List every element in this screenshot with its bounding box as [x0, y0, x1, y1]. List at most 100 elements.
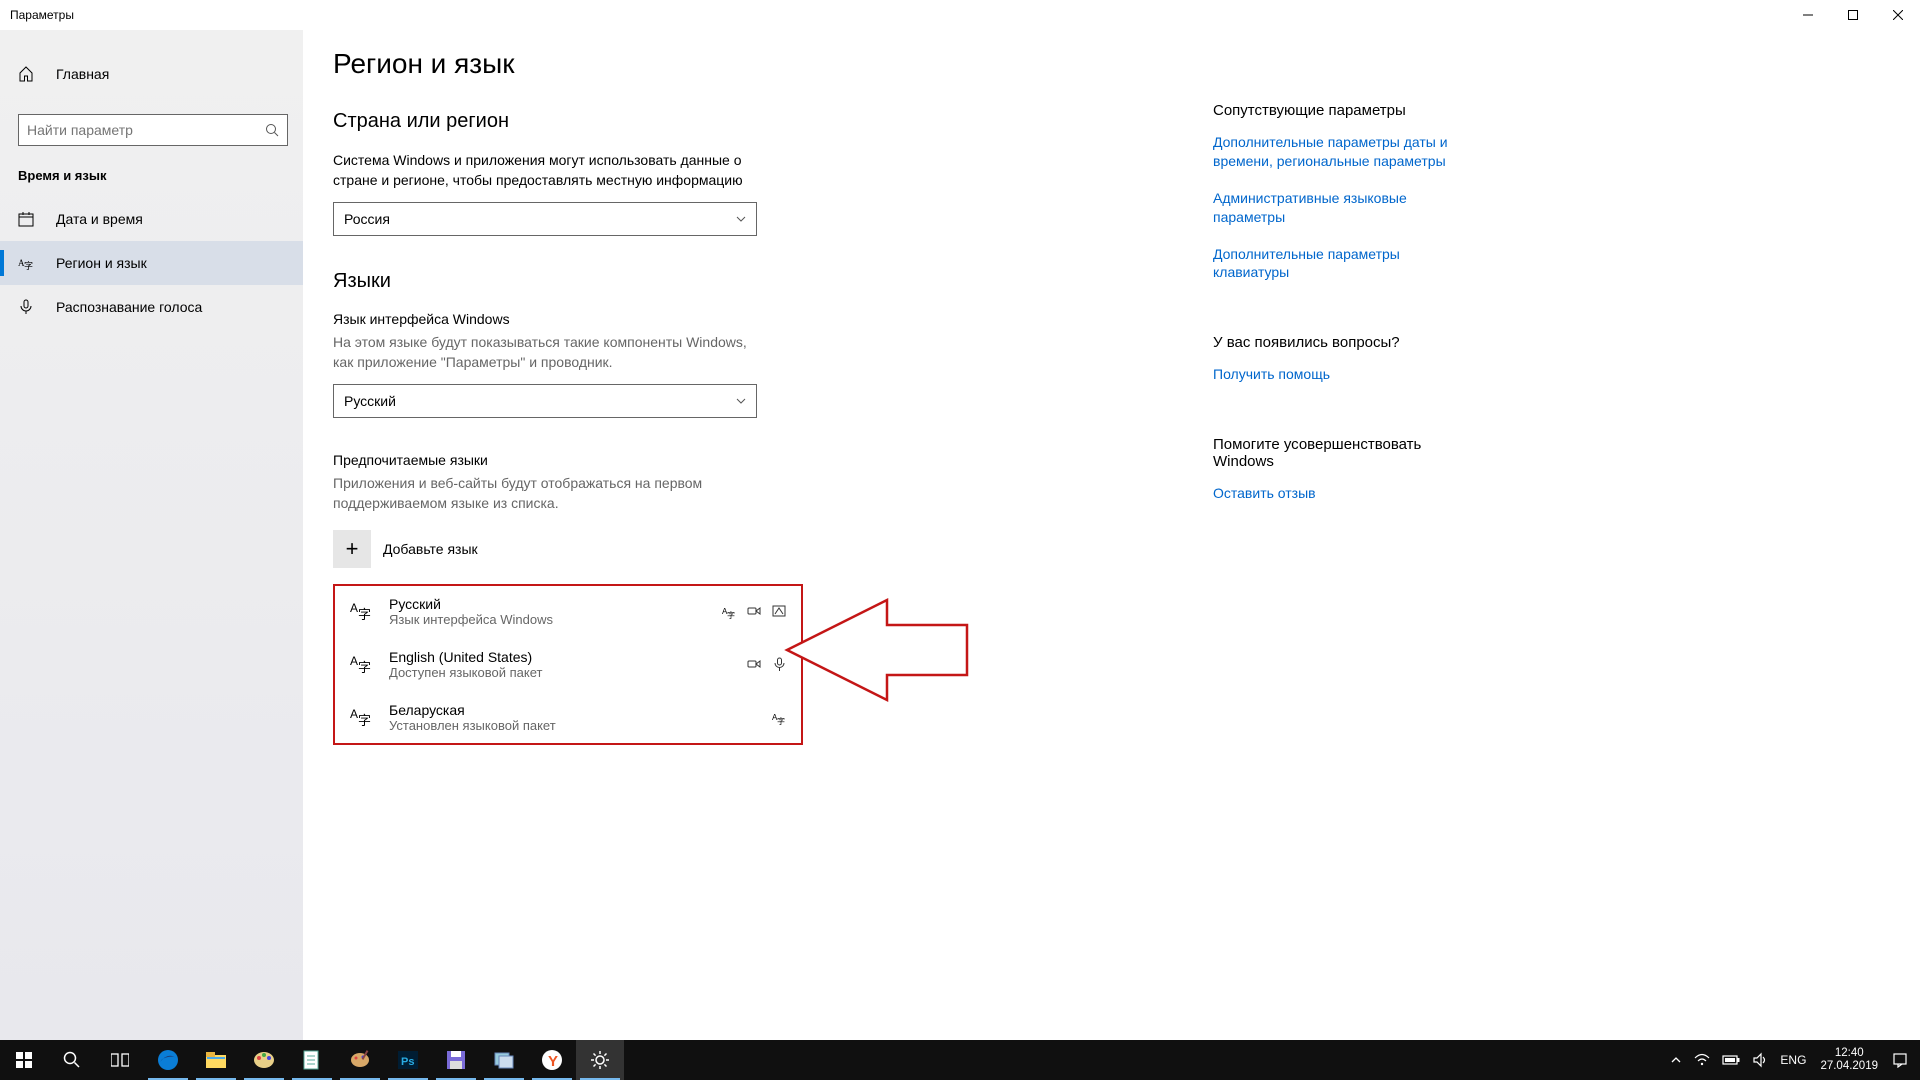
photoshop-app[interactable]: Ps: [384, 1040, 432, 1080]
sidebar: Главная Время и язык Дата и время A字 Рег…: [0, 30, 303, 1040]
display-lang-value: Русский: [344, 393, 396, 409]
tts-icon: [747, 604, 762, 619]
sidebar-item-label: Регион и язык: [56, 255, 147, 271]
feedback-link[interactable]: Оставить отзыв: [1213, 484, 1453, 503]
language-item[interactable]: A字 English (United States) Доступен язык…: [349, 649, 787, 680]
window-controls: [1785, 0, 1920, 30]
battery-icon[interactable]: [1716, 1040, 1746, 1080]
window-title: Параметры: [0, 8, 74, 22]
tts-icon: [747, 657, 762, 672]
page-title: Регион и язык: [333, 48, 1193, 80]
sidebar-item-label: Распознавание голоса: [56, 299, 202, 315]
notepad-app[interactable]: [288, 1040, 336, 1080]
images-app[interactable]: [480, 1040, 528, 1080]
section-lang-heading: Языки: [333, 270, 1193, 293]
lang-sub: Установлен языковой пакет: [389, 718, 758, 733]
action-center-icon[interactable]: [1886, 1040, 1914, 1080]
edge-app[interactable]: [144, 1040, 192, 1080]
annotation-arrow: [782, 580, 982, 730]
volume-icon[interactable]: [1746, 1040, 1774, 1080]
paint3d-app[interactable]: [336, 1040, 384, 1080]
display-lang-icon: A字: [722, 604, 737, 619]
section-region-desc: Система Windows и приложения могут испол…: [333, 151, 763, 190]
sidebar-home[interactable]: Главная: [0, 52, 303, 96]
display-lang-desc: На этом языке будут показываться такие к…: [333, 333, 763, 372]
language-glyph-icon: A字: [349, 703, 375, 732]
svg-text:A: A: [350, 654, 358, 668]
sidebar-item-speech[interactable]: Распознавание голоса: [0, 285, 303, 329]
svg-text:A: A: [350, 707, 358, 721]
explorer-app[interactable]: [192, 1040, 240, 1080]
lang-sub: Доступен языковой пакет: [389, 665, 733, 680]
close-button[interactable]: [1875, 0, 1920, 30]
yandex-app[interactable]: Y: [528, 1040, 576, 1080]
lang-name: Русский: [389, 596, 708, 612]
sidebar-item-region-language[interactable]: A字 Регион и язык: [0, 241, 303, 285]
search-input[interactable]: [18, 114, 288, 146]
titlebar: Параметры: [0, 0, 1920, 30]
sidebar-item-label: Дата и время: [56, 211, 143, 227]
search-icon: [265, 123, 279, 137]
microphone-icon: [18, 299, 34, 315]
related-link[interactable]: Дополнительные параметры даты и времени,…: [1213, 133, 1453, 171]
display-lang-dropdown[interactable]: Русский: [333, 384, 757, 418]
aside-panel: Сопутствующие параметры Дополнительные п…: [1213, 48, 1453, 1022]
task-view-button[interactable]: [96, 1040, 144, 1080]
add-language-label: Добавьте язык: [383, 541, 478, 557]
maximize-button[interactable]: [1830, 0, 1875, 30]
sidebar-category: Время и язык: [0, 168, 303, 197]
region-dropdown[interactable]: Россия: [333, 202, 757, 236]
lang-sub: Язык интерфейса Windows: [389, 612, 708, 627]
preferred-lang-label: Предпочитаемые языки: [333, 452, 1193, 468]
svg-text:字: 字: [358, 607, 371, 622]
svg-text:字: 字: [358, 660, 371, 675]
search-field[interactable]: [27, 122, 265, 138]
help-link[interactable]: Получить помощь: [1213, 365, 1453, 384]
plus-icon: +: [333, 530, 371, 568]
taskbar-clock[interactable]: 12:40 27.04.2019: [1812, 1047, 1886, 1073]
add-language-button[interactable]: + Добавьте язык: [333, 530, 1193, 568]
lang-name: English (United States): [389, 649, 733, 665]
region-value: Россия: [344, 211, 390, 227]
svg-text:字: 字: [358, 713, 371, 728]
home-icon: [18, 66, 34, 82]
svg-text:Y: Y: [548, 1053, 558, 1070]
clock-time: 12:40: [1820, 1047, 1878, 1060]
tray-overflow[interactable]: [1664, 1040, 1688, 1080]
svg-text:字: 字: [24, 260, 33, 271]
language-list: A字 Русский Язык интерфейса Windows A字 A字…: [333, 584, 803, 745]
paint-app[interactable]: [240, 1040, 288, 1080]
display-lang-label: Язык интерфейса Windows: [333, 311, 1193, 327]
wifi-icon[interactable]: [1688, 1040, 1716, 1080]
svg-text:Ps: Ps: [401, 1056, 414, 1068]
language-icon: A字: [18, 255, 34, 271]
settings-app[interactable]: [576, 1040, 624, 1080]
taskbar: Ps Y ENG 12:40 27.04.2019: [0, 1040, 1920, 1080]
sidebar-home-label: Главная: [56, 66, 109, 82]
sidebar-item-datetime[interactable]: Дата и время: [0, 197, 303, 241]
language-item[interactable]: A字 Беларуская Установлен языковой пакет …: [349, 702, 787, 733]
chevron-down-icon: [736, 211, 746, 227]
questions-heading: У вас появились вопросы?: [1213, 334, 1453, 351]
input-language[interactable]: ENG: [1774, 1040, 1812, 1080]
related-link[interactable]: Административные языковые параметры: [1213, 189, 1453, 227]
save-app[interactable]: [432, 1040, 480, 1080]
clock-date: 27.04.2019: [1820, 1060, 1878, 1073]
minimize-button[interactable]: [1785, 0, 1830, 30]
improve-heading: Помогите усовершенствовать Windows: [1213, 436, 1453, 470]
language-glyph-icon: A字: [349, 597, 375, 626]
chevron-down-icon: [736, 393, 746, 409]
search-button[interactable]: [48, 1040, 96, 1080]
preferred-lang-desc: Приложения и веб-сайты будут отображатьс…: [333, 474, 763, 513]
lang-name: Беларуская: [389, 702, 758, 718]
calendar-icon: [18, 211, 34, 227]
language-item[interactable]: A字 Русский Язык интерфейса Windows A字: [349, 596, 787, 627]
related-heading: Сопутствующие параметры: [1213, 102, 1453, 119]
content: Регион и язык Страна или регион Система …: [303, 30, 1920, 1040]
start-button[interactable]: [0, 1040, 48, 1080]
svg-text:字: 字: [727, 610, 735, 619]
section-region-heading: Страна или регион: [333, 110, 1193, 133]
related-link[interactable]: Дополнительные параметры клавиатуры: [1213, 245, 1453, 283]
svg-text:A: A: [350, 601, 358, 615]
language-glyph-icon: A字: [349, 650, 375, 679]
